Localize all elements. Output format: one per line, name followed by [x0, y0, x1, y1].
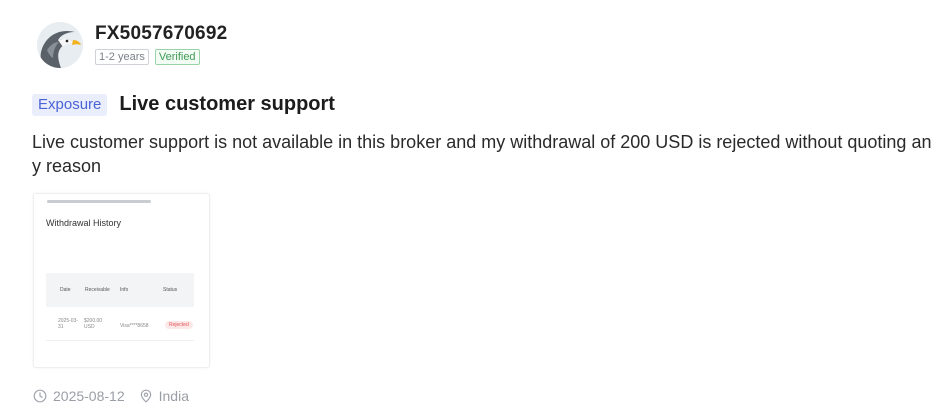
- post-title-row: Exposure Live customer support: [32, 93, 335, 116]
- post-date-text: 2025-08-12: [53, 388, 125, 404]
- eagle-avatar-icon: [37, 22, 83, 68]
- attachment-thumbnail[interactable]: Withdrawal History Date Receivable Info …: [33, 193, 210, 368]
- clock-icon: [33, 389, 47, 403]
- post-meta: 2025-08-12 India: [33, 388, 189, 404]
- post-title: Live customer support: [119, 93, 335, 115]
- column-receivable: Receivable: [85, 287, 110, 293]
- post-location-text: India: [158, 388, 189, 404]
- experience-badge: 1-2 years: [95, 49, 149, 65]
- user-info: FX5057670692 1-2 years Verified: [95, 23, 227, 65]
- cell-date: 2025-03-31: [58, 318, 79, 330]
- post-date: 2025-08-12: [33, 388, 125, 404]
- cell-receivable: $200.00 USD: [84, 318, 103, 330]
- column-info: Info: [120, 287, 129, 293]
- review-card: FX5057670692 1-2 years Verified Exposure…: [0, 0, 935, 415]
- user-badges: 1-2 years Verified: [95, 49, 227, 65]
- exposure-tag: Exposure: [32, 93, 108, 116]
- table-row-divider: [46, 340, 194, 341]
- thumbnail-top-bar: [47, 200, 151, 203]
- user-header: FX5057670692 1-2 years Verified: [37, 22, 227, 68]
- column-date: Date: [60, 287, 71, 293]
- status-rejected-badge: Rejected: [165, 321, 193, 329]
- post-body: Live customer support is not available i…: [32, 132, 932, 176]
- avatar[interactable]: [37, 22, 83, 68]
- username[interactable]: FX5057670692: [95, 23, 227, 45]
- location-pin-icon: [139, 389, 153, 403]
- verified-badge: Verified: [154, 49, 200, 65]
- cell-info: Visa****8658: [120, 323, 149, 329]
- column-status: Status: [163, 287, 178, 293]
- withdrawal-history-title: Withdrawal History: [46, 218, 122, 228]
- post-location: India: [139, 388, 189, 404]
